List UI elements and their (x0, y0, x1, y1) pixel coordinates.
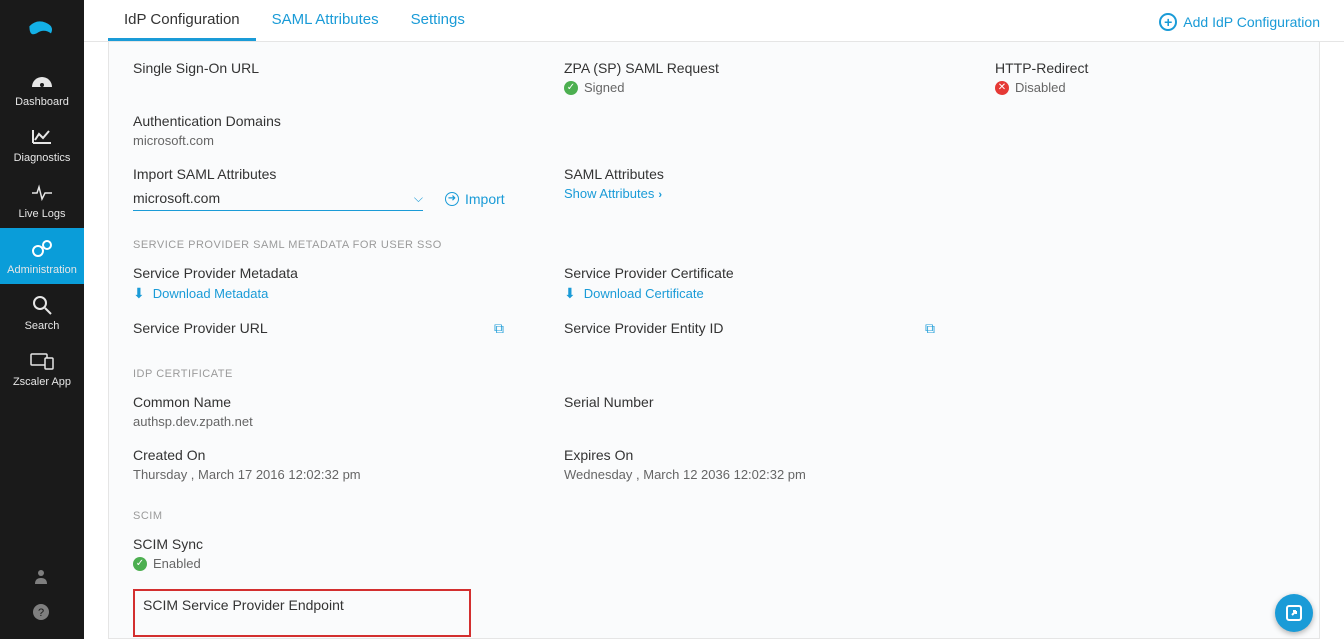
created-on-label: Created On (133, 447, 564, 463)
scim-endpoint-label: SCIM Service Provider Endpoint (143, 597, 461, 613)
pulse-icon (28, 182, 56, 204)
http-redirect-label: HTTP-Redirect (995, 60, 1295, 76)
svg-text:?: ? (38, 607, 44, 619)
sidebar-item-label: Search (25, 320, 60, 332)
expires-on-label: Expires On (564, 447, 995, 463)
section-idp-certificate: IdP CERTIFICATE (133, 368, 1295, 380)
help-icon[interactable]: ? (32, 603, 52, 623)
section-sp-metadata: SERVICE PROVIDER SAML METADATA FOR USER … (133, 239, 1295, 251)
sidebar-item-diagnostics[interactable]: Diagnostics (0, 116, 84, 172)
x-icon: ✕ (995, 81, 1009, 95)
search-icon (28, 294, 56, 316)
scim-sync-status: ✓ Enabled (133, 556, 564, 571)
download-icon: ⬇ (564, 285, 576, 302)
chart-icon (28, 126, 56, 148)
sidebar-bottom: ? (32, 559, 52, 639)
sidebar-item-zscalerapp[interactable]: Zscaler App (0, 340, 84, 396)
check-icon: ✓ (564, 81, 578, 95)
zpa-request-label: ZPA (SP) SAML Request (564, 60, 995, 76)
sidebar: Dashboard Diagnostics Live Logs Administ… (0, 0, 84, 639)
gauge-icon (28, 70, 56, 92)
sidebar-item-administration[interactable]: Administration (0, 228, 84, 284)
config-panel: Single Sign-On URL ZPA (SP) SAML Request… (108, 42, 1320, 639)
devices-icon (28, 350, 56, 372)
copy-icon[interactable]: ⧉ (494, 320, 564, 337)
gears-icon (28, 238, 56, 260)
created-on-value: Thursday , March 17 2016 12:02:32 pm (133, 467, 564, 482)
zscaler-logo (22, 8, 62, 48)
sidebar-item-label: Diagnostics (14, 152, 71, 164)
download-certificate-link[interactable]: ⬇ Download Certificate (564, 285, 995, 302)
sp-metadata-label: Service Provider Metadata (133, 265, 564, 281)
sidebar-item-label: Dashboard (15, 96, 69, 108)
chevron-right-icon: › (658, 189, 662, 201)
copy-icon[interactable]: ⧉ (925, 320, 995, 337)
common-name-label: Common Name (133, 394, 564, 410)
main-area: IdP Configuration SAML Attributes Settin… (84, 0, 1344, 639)
add-idp-config-label: Add IdP Configuration (1183, 14, 1320, 30)
import-saml-label: Import SAML Attributes (133, 166, 564, 182)
show-attributes-link[interactable]: Show Attributes› (564, 186, 995, 201)
user-icon[interactable] (32, 567, 52, 587)
sidebar-item-search[interactable]: Search (0, 284, 84, 340)
sidebar-item-label: Live Logs (18, 208, 65, 220)
sp-cert-label: Service Provider Certificate (564, 265, 995, 281)
expires-on-value: Wednesday , March 12 2036 12:02:32 pm (564, 467, 995, 482)
sp-entity-label: Service Provider Entity ID (564, 320, 925, 336)
tab-saml-attributes[interactable]: SAML Attributes (256, 1, 395, 41)
auth-domains-value: microsoft.com (133, 133, 564, 148)
serial-number-label: Serial Number (564, 394, 995, 410)
scim-endpoint-box: SCIM Service Provider Endpoint (133, 589, 471, 637)
scim-sync-label: SCIM Sync (133, 536, 564, 552)
tab-settings[interactable]: Settings (395, 1, 481, 41)
plus-icon: + (1159, 13, 1177, 31)
tab-idp-configuration[interactable]: IdP Configuration (108, 1, 256, 41)
check-icon: ✓ (133, 557, 147, 571)
sidebar-item-dashboard[interactable]: Dashboard (0, 60, 84, 116)
http-redirect-status: ✕ Disabled (995, 80, 1295, 95)
chevron-down-icon: ⌵ (414, 191, 423, 206)
zpa-request-status: ✓ Signed (564, 80, 995, 95)
section-scim: SCIM (133, 510, 1295, 522)
expand-icon (1284, 603, 1304, 623)
sp-url-label: Service Provider URL (133, 320, 494, 336)
auth-domains-label: Authentication Domains (133, 113, 564, 129)
sidebar-item-label: Zscaler App (13, 376, 71, 388)
import-saml-select[interactable]: microsoft.com ⌵ (133, 186, 423, 211)
add-idp-config-button[interactable]: + Add IdP Configuration (1159, 13, 1320, 41)
saml-attributes-label: SAML Attributes (564, 166, 995, 182)
floating-action-button[interactable] (1275, 594, 1313, 632)
common-name-value: authsp.dev.zpath.net (133, 414, 564, 429)
topbar: IdP Configuration SAML Attributes Settin… (84, 0, 1344, 42)
download-metadata-link[interactable]: ⬇ Download Metadata (133, 285, 564, 302)
tabs: IdP Configuration SAML Attributes Settin… (108, 1, 481, 41)
arrow-right-icon: ➜ (445, 192, 459, 206)
download-icon: ⬇ (133, 285, 145, 302)
import-button[interactable]: ➜ Import (445, 191, 505, 207)
sso-url-label: Single Sign-On URL (133, 60, 564, 76)
sidebar-item-label: Administration (7, 264, 77, 276)
sidebar-item-livelogs[interactable]: Live Logs (0, 172, 84, 228)
